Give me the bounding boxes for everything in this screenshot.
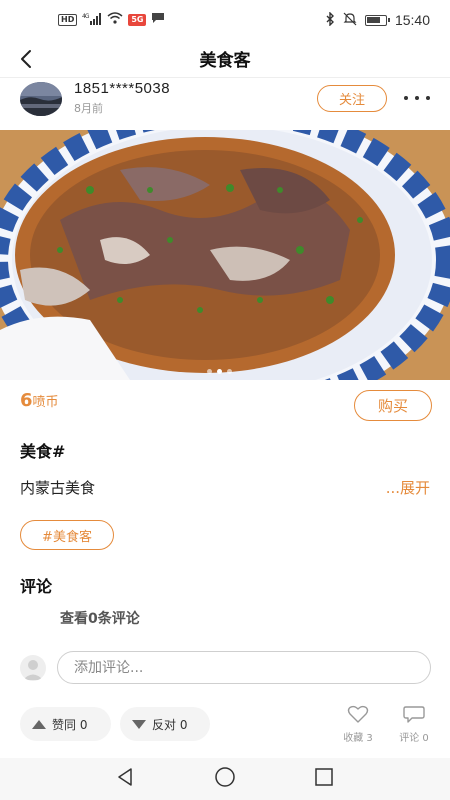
upvote-icon: [32, 719, 46, 729]
comment-label: 评论 0: [399, 733, 429, 744]
price-unit: 喷币: [32, 395, 59, 410]
downvote-label: 反对 0: [152, 717, 188, 732]
carousel-dot: [227, 369, 232, 374]
nav-bar: 美食客: [0, 40, 450, 78]
follow-button[interactable]: 关注: [317, 85, 387, 112]
hd-badge: HD: [58, 14, 78, 26]
app-notification-icon: 5G: [128, 14, 147, 26]
system-back-icon[interactable]: [116, 767, 136, 791]
wifi-icon: [107, 12, 123, 28]
clock: 15:40: [394, 12, 430, 28]
price-row: 6喷币 购买: [20, 390, 432, 422]
post-body: 内蒙古美食: [20, 479, 96, 497]
more-options-icon[interactable]: [404, 90, 430, 106]
comment-button[interactable]: 评论 0: [394, 705, 434, 744]
comment-bubble-icon: [403, 705, 425, 726]
system-nav-bar: [0, 758, 450, 800]
topic-tag[interactable]: #美食客: [20, 520, 114, 550]
svg-text:4G: 4G: [82, 13, 90, 20]
carousel-dot-active: [217, 369, 222, 374]
comments-heading: 评论: [20, 577, 53, 596]
post-image-carousel[interactable]: [0, 130, 450, 380]
food-photo: [0, 130, 450, 380]
bluetooth-icon: [325, 10, 335, 29]
status-right: 15:40: [325, 10, 430, 29]
comment-input[interactable]: [57, 651, 431, 684]
expand-link[interactable]: ...展开: [386, 477, 430, 498]
message-icon: [151, 12, 165, 28]
downvote-icon: [132, 719, 146, 729]
comment-input-row: [0, 650, 450, 686]
post-time: 8月前: [74, 102, 103, 115]
favorite-button[interactable]: 收藏 3: [338, 705, 378, 744]
action-bar: 赞同 0 反对 0 收藏 3 评论 0: [0, 705, 450, 747]
upvote-label: 赞同 0: [52, 717, 88, 732]
view-comments-link[interactable]: 查看0条评论: [60, 608, 140, 628]
author-name[interactable]: 1851****5038: [74, 80, 170, 97]
upvote-button[interactable]: 赞同 0: [20, 707, 111, 741]
carousel-indicator: [207, 369, 232, 374]
mute-icon: [343, 12, 357, 29]
post-title: 美食#: [20, 442, 66, 461]
downvote-button[interactable]: 反对 0: [120, 707, 210, 741]
system-recents-icon[interactable]: [314, 767, 334, 791]
carousel-dot: [207, 369, 212, 374]
favorite-label: 收藏 3: [343, 733, 373, 744]
status-left: HD 4G 5G: [58, 12, 165, 28]
price-amount: 6: [20, 390, 33, 411]
page-title: 美食客: [199, 51, 251, 71]
heart-icon: [347, 705, 369, 726]
signal-icon: 4G: [82, 12, 102, 28]
system-home-icon[interactable]: [214, 766, 236, 792]
buy-button[interactable]: 购买: [354, 390, 432, 421]
user-avatar-icon: [20, 655, 46, 681]
status-bar: HD 4G 5G 15:40: [0, 0, 450, 40]
back-arrow-icon[interactable]: [16, 48, 38, 70]
author-avatar[interactable]: [20, 82, 62, 116]
battery-icon: [364, 14, 390, 26]
